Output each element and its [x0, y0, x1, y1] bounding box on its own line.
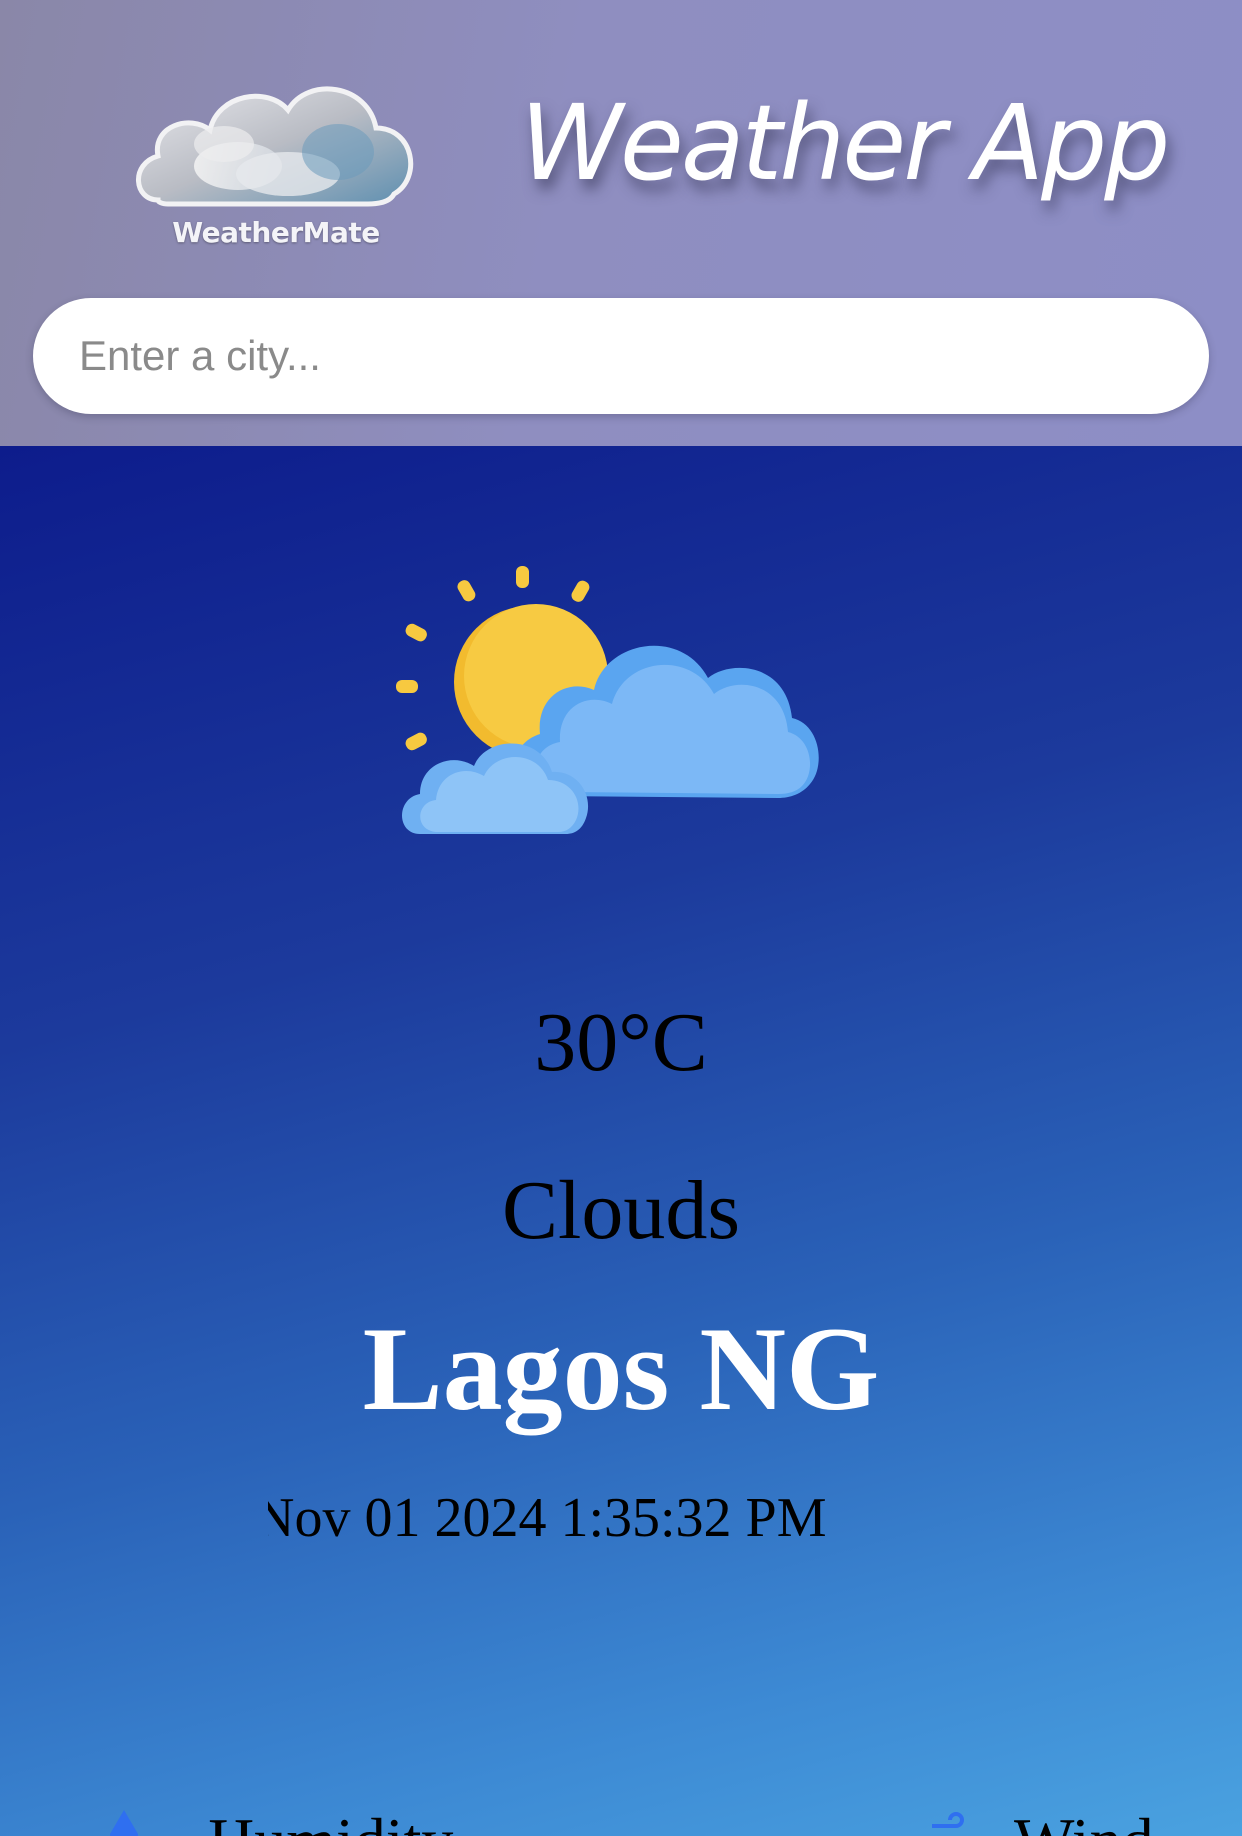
temperature: 30°C: [534, 996, 708, 1089]
weather-app: WeatherMate Weather App Enter a city... …: [0, 0, 1242, 1836]
date-time: Nov 01 2024 1:35:32 PM: [268, 1486, 888, 1550]
weathermate-logo: WeatherMate: [128, 48, 424, 258]
search-input[interactable]: [33, 298, 1209, 414]
wind-icon: [932, 1812, 964, 1828]
logo-cloud-icon: [136, 86, 414, 207]
city-name: Lagos NG: [362, 1302, 880, 1435]
logo-text: WeatherMate: [172, 216, 380, 249]
date-time-text: Nov 01 2024 1:35:32 PM: [268, 1487, 827, 1549]
humidity-icon: [110, 1810, 138, 1836]
humidity-label: Humidity: [208, 1804, 453, 1836]
wind-label: Wind: [1014, 1804, 1154, 1836]
sun-behind-clouds-icon: [396, 566, 819, 834]
header: WeatherMate Weather App: [0, 0, 1242, 446]
search-bar: [33, 298, 1209, 414]
page-title: Weather App: [520, 82, 1170, 204]
weather-panel: 30°C Clouds Lagos NG Nov 01 2024 1:35:32…: [0, 446, 1242, 1836]
weather-condition: Clouds: [501, 1164, 741, 1257]
